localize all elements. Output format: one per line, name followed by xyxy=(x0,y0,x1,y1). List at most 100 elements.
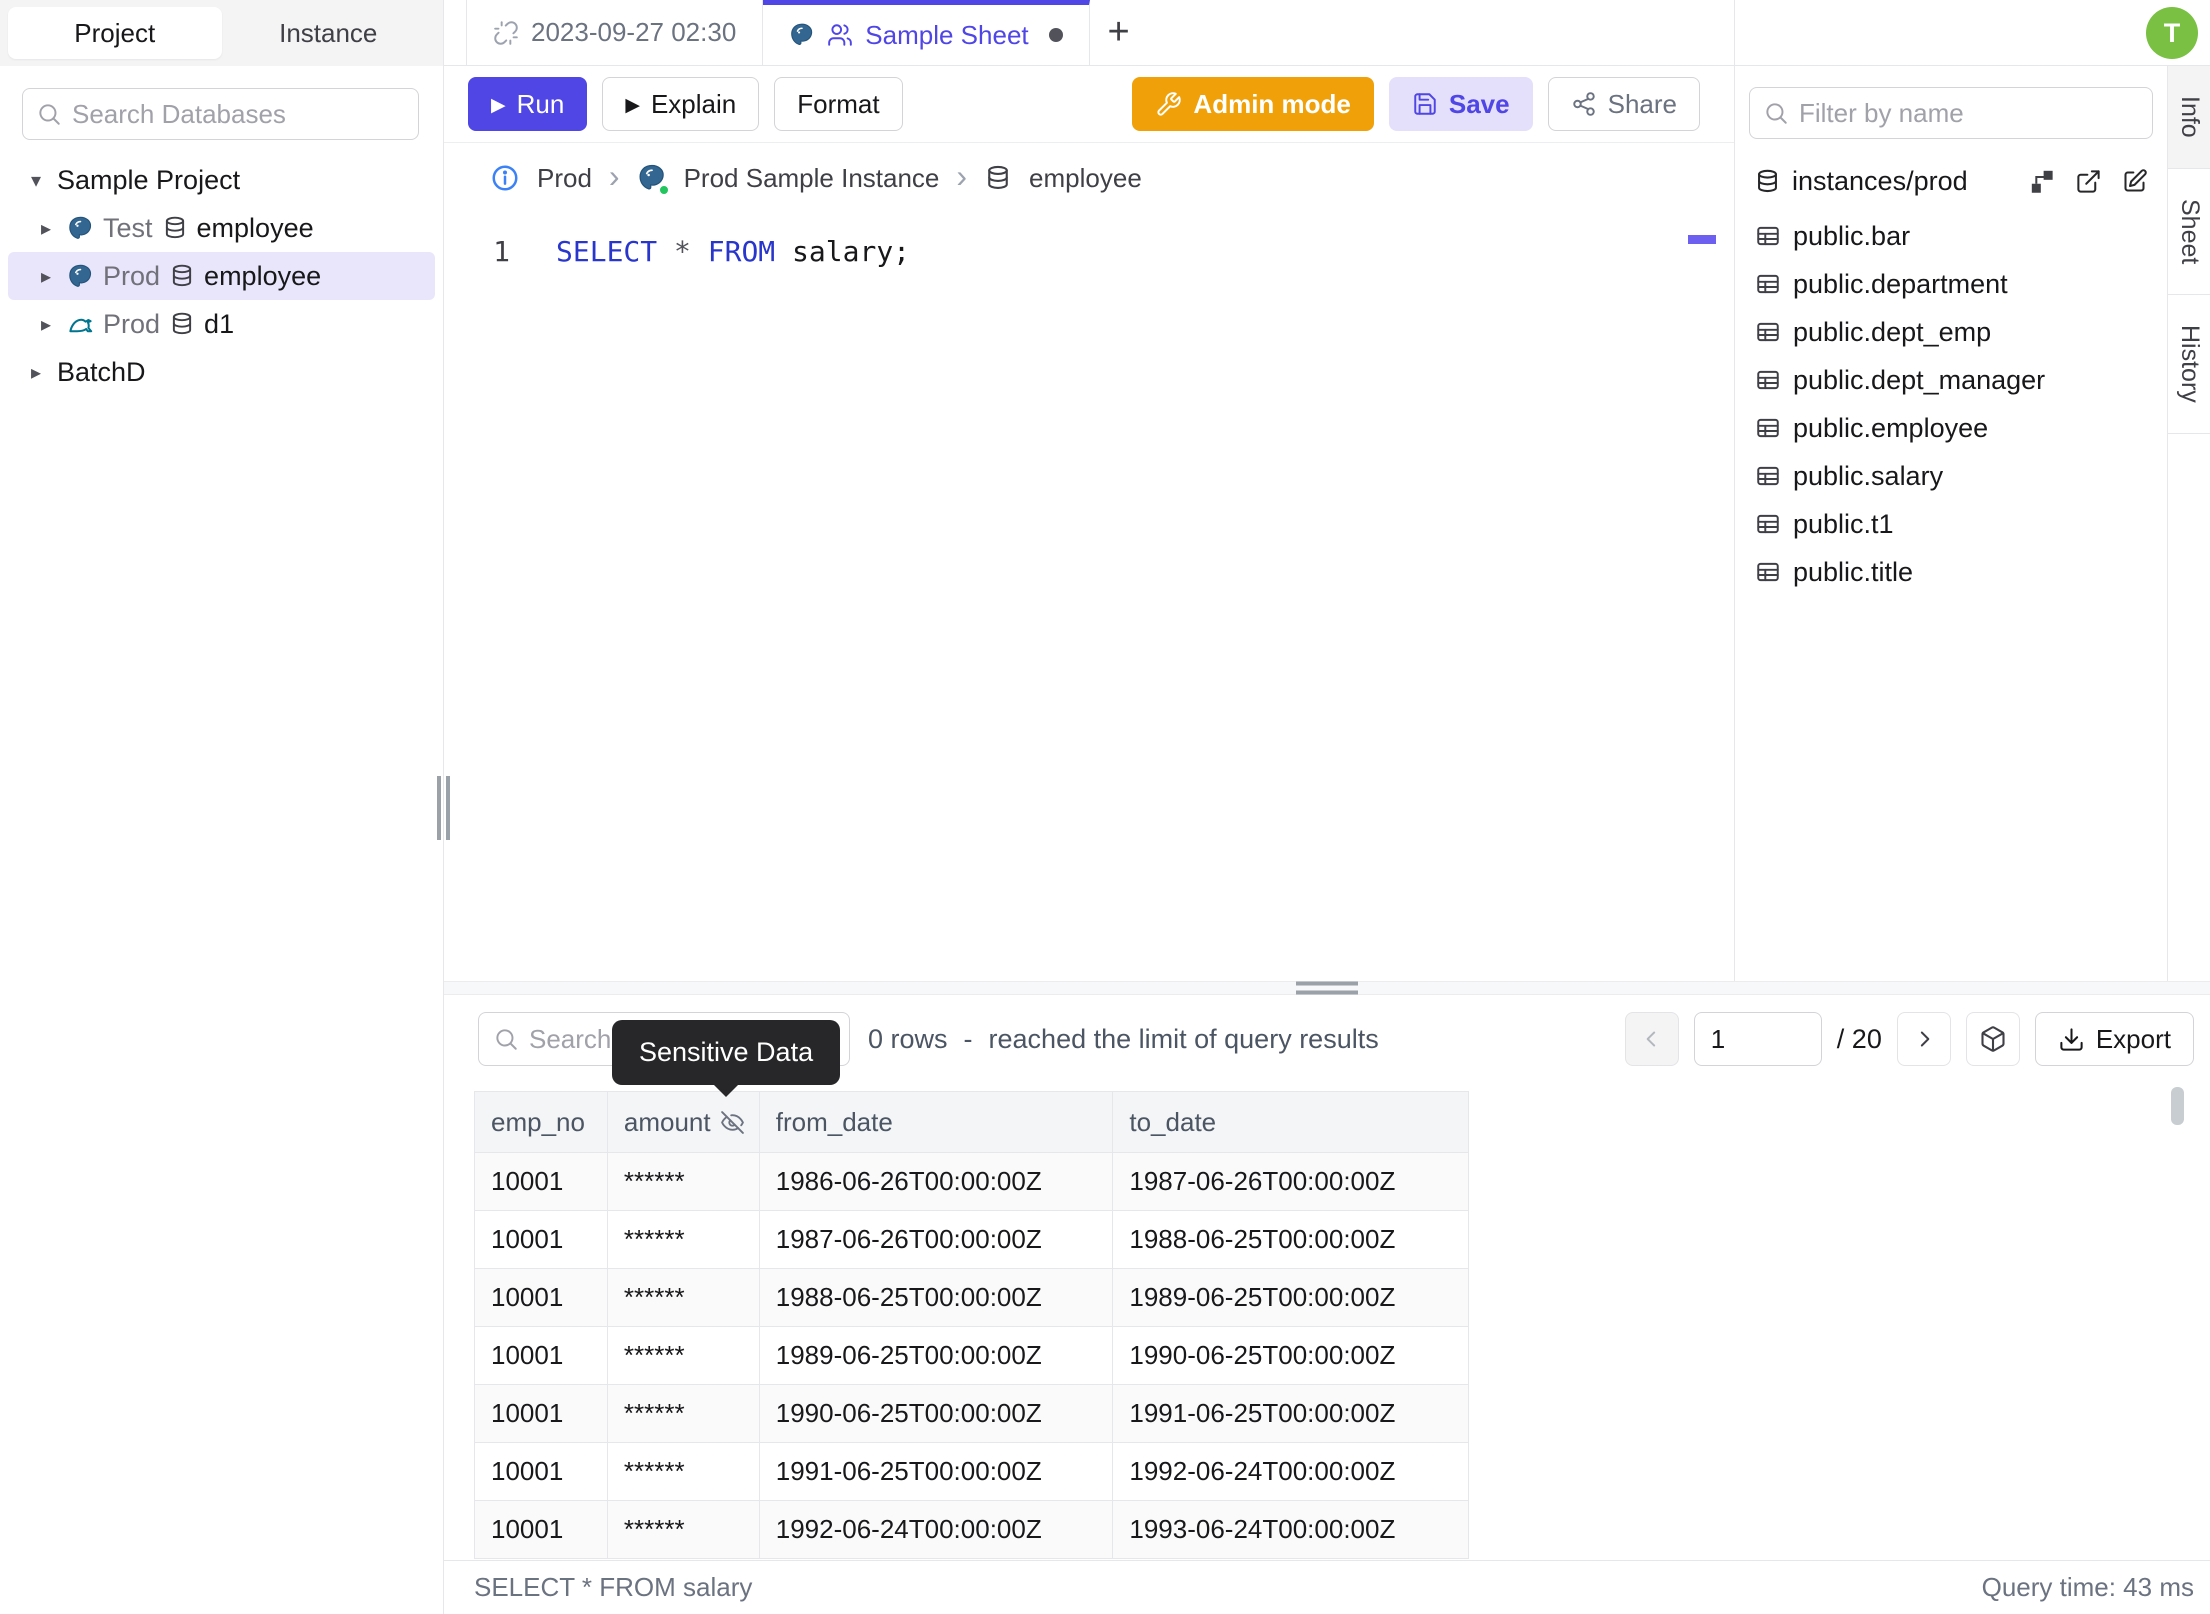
sidebar-resize-handle[interactable] xyxy=(437,776,450,840)
column-header-amount[interactable]: amount xyxy=(607,1092,760,1153)
run-button[interactable]: ▶ Run xyxy=(468,77,588,131)
edit-connection-button[interactable] xyxy=(2121,168,2148,195)
info-icon[interactable] xyxy=(490,163,520,193)
table-row: 10001 ****** 1986-06-26T00:00:00Z 1987-0… xyxy=(475,1153,1469,1211)
cell-emp-no[interactable]: 10001 xyxy=(475,1385,608,1443)
database-label: d1 xyxy=(204,308,235,339)
results-scrollbar-thumb[interactable] xyxy=(2171,1087,2184,1125)
chevron-right-icon: › xyxy=(608,158,620,194)
rail-tab[interactable]: History xyxy=(2168,295,2210,434)
caret-icon[interactable]: ▸ xyxy=(34,312,58,337)
schema-diagram-button[interactable] xyxy=(2029,168,2056,195)
unsaved-indicator-dot[interactable] xyxy=(1048,28,1063,42)
cell-amount-masked[interactable]: ****** xyxy=(607,1269,760,1327)
cell-from-date[interactable]: 1988-06-25T00:00:00Z xyxy=(759,1269,1114,1327)
rail-tab[interactable]: Sheet xyxy=(2168,169,2210,296)
cube-button[interactable] xyxy=(1965,1012,2020,1066)
cell-amount-masked[interactable]: ****** xyxy=(607,1501,760,1559)
cell-to-date[interactable]: 1991-06-25T00:00:00Z xyxy=(1113,1385,1469,1443)
tree-row[interactable]: ▸ Prod employee xyxy=(8,252,435,300)
splitter-handle[interactable] xyxy=(1296,981,1358,995)
sheet-tab-unsaved[interactable]: 2023-09-27 02:30 xyxy=(466,0,764,65)
format-button[interactable]: Format xyxy=(774,77,903,131)
caret-icon[interactable]: ▾ xyxy=(24,168,48,193)
limit-note: reached the limit of query results xyxy=(988,1023,1379,1054)
results-resize-splitter[interactable] xyxy=(444,981,2210,995)
page-number-input[interactable] xyxy=(1693,1012,1822,1066)
instance-online-dot xyxy=(657,184,670,196)
table-list-item[interactable]: public.salary xyxy=(1749,452,2153,500)
table-list-item[interactable]: public.bar xyxy=(1749,212,2153,260)
cell-amount-masked[interactable]: ****** xyxy=(607,1443,760,1501)
page-total: / 20 xyxy=(1836,1023,1882,1054)
cell-amount-masked[interactable]: ****** xyxy=(607,1153,760,1211)
column-header-from-date[interactable]: from_date xyxy=(759,1092,1114,1153)
cell-to-date[interactable]: 1987-06-26T00:00:00Z xyxy=(1113,1153,1469,1211)
cell-amount-masked[interactable]: ****** xyxy=(607,1211,760,1269)
eye-off-icon[interactable] xyxy=(720,1110,745,1135)
caret-icon[interactable]: ▸ xyxy=(34,264,58,289)
search-databases-input[interactable] xyxy=(72,98,405,130)
right-body: instances/prod xyxy=(1735,66,2210,981)
cell-from-date[interactable]: 1991-06-25T00:00:00Z xyxy=(759,1443,1114,1501)
filter-by-name-input[interactable] xyxy=(1799,97,2139,129)
share-button[interactable]: Share xyxy=(1547,77,1700,131)
sidebar-tab[interactable]: Project xyxy=(8,7,222,59)
tree-row[interactable]: ▸ Prod d1 xyxy=(8,300,435,348)
save-button[interactable]: Save xyxy=(1388,77,1533,131)
cell-amount-masked[interactable]: ****** xyxy=(607,1385,760,1443)
cell-from-date[interactable]: 1989-06-25T00:00:00Z xyxy=(759,1327,1114,1385)
explain-button[interactable]: ▶ Explain xyxy=(602,77,760,131)
cell-emp-no[interactable]: 10001 xyxy=(475,1153,608,1211)
table-list-item[interactable]: public.dept_emp xyxy=(1749,308,2153,356)
export-button[interactable]: Export xyxy=(2034,1012,2194,1066)
database-icon xyxy=(172,264,192,287)
breadcrumb-environment[interactable]: Prod xyxy=(537,163,592,194)
sidebar-tab[interactable]: Instance xyxy=(222,7,436,59)
caret-icon[interactable]: ▸ xyxy=(24,360,48,385)
chevron-left-icon xyxy=(1646,1031,1655,1047)
cell-to-date[interactable]: 1993-06-24T00:00:00Z xyxy=(1113,1501,1469,1559)
column-header-emp-no[interactable]: emp_no xyxy=(475,1092,608,1153)
cell-from-date[interactable]: 1992-06-24T00:00:00Z xyxy=(759,1501,1114,1559)
tree-row[interactable]: ▸ Test employee xyxy=(8,204,435,252)
cell-to-date[interactable]: 1992-06-24T00:00:00Z xyxy=(1113,1443,1469,1501)
admin-mode-button[interactable]: Admin mode xyxy=(1132,77,1374,131)
table-list-item[interactable]: public.title xyxy=(1749,548,2153,596)
table-list-item[interactable]: public.department xyxy=(1749,260,2153,308)
tree-row[interactable]: ▾ Sample Project xyxy=(8,156,435,204)
new-tab-button[interactable]: + xyxy=(1090,0,1148,65)
breadcrumb-instance[interactable]: Prod Sample Instance xyxy=(684,163,940,194)
cell-to-date[interactable]: 1988-06-25T00:00:00Z xyxy=(1113,1211,1469,1269)
table-row: 10001 ****** 1987-06-26T00:00:00Z 1988-0… xyxy=(475,1211,1469,1269)
cell-emp-no[interactable]: 10001 xyxy=(475,1269,608,1327)
cell-from-date[interactable]: 1986-06-26T00:00:00Z xyxy=(759,1153,1114,1211)
sql-code-editor[interactable]: 1 SELECT * FROM salary; xyxy=(444,213,1734,981)
table-row: 10001 ****** 1989-06-25T00:00:00Z 1990-0… xyxy=(475,1327,1469,1385)
cell-emp-no[interactable]: 10001 xyxy=(475,1327,608,1385)
caret-icon[interactable]: ▸ xyxy=(34,216,58,241)
cell-to-date[interactable]: 1989-06-25T00:00:00Z xyxy=(1113,1269,1469,1327)
user-avatar[interactable]: T xyxy=(2146,7,2198,59)
cell-to-date[interactable]: 1990-06-25T00:00:00Z xyxy=(1113,1327,1469,1385)
table-list-item[interactable]: public.dept_manager xyxy=(1749,356,2153,404)
external-link-button[interactable] xyxy=(2075,168,2102,195)
prev-page-button[interactable] xyxy=(1624,1012,1679,1066)
next-page-button[interactable] xyxy=(1896,1012,1951,1066)
tree-row[interactable]: ▸ BatchD xyxy=(8,348,435,396)
cell-from-date[interactable]: 1987-06-26T00:00:00Z xyxy=(759,1211,1114,1269)
cell-emp-no[interactable]: 10001 xyxy=(475,1443,608,1501)
cell-emp-no[interactable]: 10001 xyxy=(475,1501,608,1559)
cell-emp-no[interactable]: 10001 xyxy=(475,1211,608,1269)
sheet-tab-active[interactable]: Sample Sheet xyxy=(763,0,1090,65)
table-list-item[interactable]: public.t1 xyxy=(1749,500,2153,548)
rail-tab[interactable]: Info xyxy=(2168,66,2210,169)
breadcrumb-database[interactable]: employee xyxy=(1029,163,1142,194)
cell-amount-masked[interactable]: ****** xyxy=(607,1327,760,1385)
editor-overview-ruler-mark xyxy=(1688,235,1716,244)
sheet-tabstrip: 2023-09-27 02:30 Sample Sheet + xyxy=(444,0,1734,66)
database-icon xyxy=(172,312,192,335)
table-list-item[interactable]: public.employee xyxy=(1749,404,2153,452)
cell-from-date[interactable]: 1990-06-25T00:00:00Z xyxy=(759,1385,1114,1443)
column-header-to-date[interactable]: to_date xyxy=(1113,1092,1469,1153)
